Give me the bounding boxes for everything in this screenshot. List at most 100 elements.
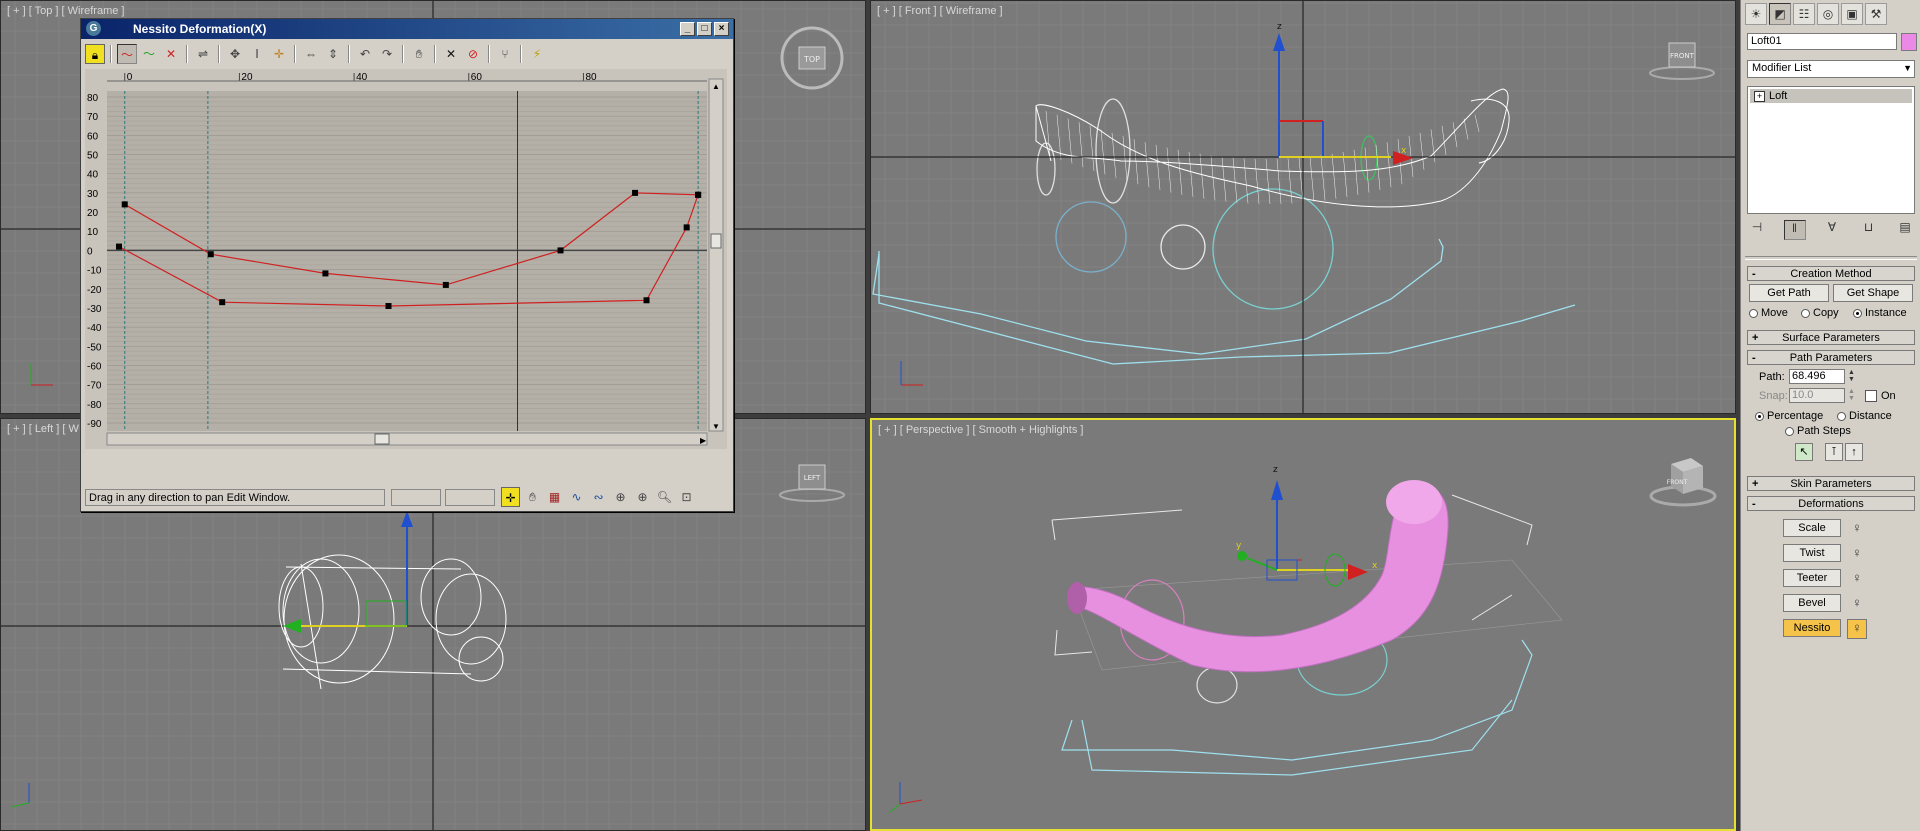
control-point[interactable] [116, 243, 122, 250]
insert-corner-point-icon[interactable]: ✛ [269, 44, 289, 64]
display-xy-axes-icon[interactable]: ✕ [161, 44, 181, 64]
zoom-horizontal-icon[interactable]: ⊕ [611, 487, 630, 507]
scale-deform-button[interactable]: Scale [1783, 519, 1841, 537]
control-point[interactable] [442, 281, 449, 288]
nessito-toggle-bulb-icon[interactable]: ♀ [1847, 619, 1867, 639]
viewport-front[interactable]: z x [ + ] [ Front ] [ Wireframe ] FRONT [870, 0, 1736, 414]
path-steps-radio[interactable]: Path Steps [1785, 425, 1851, 437]
snap-spinner-arrows[interactable]: ▲ ▼ [1847, 388, 1856, 403]
modifier-list-dropdown[interactable]: Modifier List ▼ [1747, 60, 1915, 78]
flip-vertical-icon[interactable]: ⇕ [323, 44, 343, 64]
control-point[interactable] [683, 224, 690, 231]
expand-icon[interactable]: + [1754, 90, 1765, 102]
graph-horizontal-scrollbar[interactable] [106, 432, 708, 446]
bevel-deform-button[interactable]: Bevel [1783, 594, 1841, 612]
next-shape-icon[interactable]: ↑ [1845, 443, 1863, 461]
previous-shape-icon[interactable]: ⊺ [1825, 443, 1843, 461]
display-x-axis-icon[interactable]: 〜 [117, 44, 137, 64]
make-unique-icon[interactable]: ∀ [1822, 220, 1842, 238]
configure-modifier-sets-icon[interactable]: ▤ [1895, 220, 1915, 238]
deformation-graph[interactable]: 80 70 60 50 40 30 20 10 0 -10 -20 -30 -40 -50 -60 -70 -8… [85, 69, 727, 449]
nessito-deform-button[interactable]: Nessito [1783, 619, 1841, 637]
viewcube-left[interactable]: LEFT [777, 459, 847, 505]
display-y-axis-icon[interactable]: 〜 [139, 44, 159, 64]
position-x-field[interactable] [391, 489, 441, 506]
viewcube-top[interactable]: TOP [779, 25, 845, 91]
viewcube-front[interactable]: FRONT [1647, 37, 1717, 83]
control-point[interactable] [322, 270, 329, 277]
zoom-vertical-icon[interactable]: ⊕ [633, 487, 652, 507]
undo-icon[interactable]: ↶ [355, 44, 375, 64]
control-point[interactable] [632, 189, 639, 196]
scale-control-point-icon[interactable]: Ⅰ [247, 44, 267, 64]
make-symmetrical-lock-icon[interactable]: 🔒︎ [85, 44, 105, 64]
snap-spinner-input[interactable]: 10.0 [1789, 388, 1845, 403]
vertical-scroll-thumb[interactable] [710, 233, 722, 249]
move-control-point-icon[interactable]: ✥ [225, 44, 245, 64]
reset-curve-icon[interactable]: ⊘ [463, 44, 483, 64]
get-path-button[interactable]: Get Path [1749, 284, 1829, 302]
path-spinner-input[interactable]: 68.496 [1789, 369, 1845, 384]
control-point[interactable] [121, 201, 128, 208]
control-point[interactable] [695, 191, 702, 198]
snap-lock-icon[interactable]: ✛ [501, 487, 520, 507]
snap-on-checkbox[interactable] [1865, 390, 1877, 402]
graph-vertical-scrollbar[interactable] [708, 78, 724, 432]
get-shape-button[interactable]: Get Shape [1833, 284, 1913, 302]
stack-item-loft[interactable]: + Loft [1750, 89, 1912, 103]
control-point[interactable] [219, 299, 226, 306]
horizontal-scroll-thumb[interactable] [374, 433, 390, 445]
viewport-left-label[interactable]: [ + ] [ Left ] [ W [7, 423, 79, 435]
magic-wand-icon[interactable]: ⚡︎ [527, 44, 547, 64]
control-point[interactable] [557, 247, 564, 254]
dialog-titlebar[interactable]: G Nessito Deformation(X) _ □ × [81, 19, 733, 39]
zoom-icon[interactable]: 🔍︎ [655, 487, 674, 507]
control-point[interactable] [385, 303, 392, 310]
rollout-path-parameters[interactable]: - Path Parameters [1747, 350, 1915, 365]
delete-control-point-icon[interactable]: ✕ [441, 44, 461, 64]
object-name-input[interactable]: Loft01 [1747, 33, 1897, 50]
percentage-radio[interactable]: Percentage [1755, 410, 1823, 422]
viewport-perspective[interactable]: z x y [ + ] [ Perspective ] [ Smooth + H… [870, 418, 1736, 831]
control-point[interactable] [207, 251, 214, 258]
rollout-creation-method[interactable]: - Creation Method [1747, 266, 1915, 281]
display-tab-icon[interactable]: ▣ [1841, 3, 1863, 25]
distance-radio[interactable]: Distance [1837, 410, 1892, 422]
pick-shape-icon[interactable]: ↖ [1795, 443, 1813, 461]
object-color-swatch[interactable] [1901, 33, 1917, 51]
maximize-button[interactable]: □ [697, 22, 712, 36]
show-end-result-icon[interactable]: ‖ [1783, 220, 1806, 240]
rollout-skin-parameters[interactable]: + Skin Parameters [1747, 476, 1915, 491]
scale-toggle-bulb-icon[interactable]: ♀ [1849, 520, 1865, 536]
viewport-front-label[interactable]: [ + ] [ Front ] [ Wireframe ] [877, 5, 1003, 17]
teeter-deform-button[interactable]: Teeter [1783, 569, 1841, 587]
swap-curves-icon[interactable]: ⇌ [193, 44, 213, 64]
pin-stack-icon[interactable]: ⊣ [1747, 220, 1767, 238]
twist-toggle-bulb-icon[interactable]: ♀ [1849, 545, 1865, 561]
viewport-perspective-label[interactable]: [ + ] [ Perspective ] [ Smooth + Highlig… [878, 424, 1083, 436]
close-button[interactable]: × [714, 22, 729, 36]
move-radio[interactable]: Move [1749, 307, 1788, 319]
rollout-surface-parameters[interactable]: + Surface Parameters [1747, 330, 1915, 345]
flip-horizontal-icon[interactable]: ⇔ [301, 44, 321, 64]
motion-tab-icon[interactable]: ◎ [1817, 3, 1839, 25]
modify-tab-icon[interactable]: ◩ [1769, 3, 1791, 25]
bevel-toggle-bulb-icon[interactable]: ♀ [1849, 595, 1865, 611]
viewport-top-label[interactable]: [ + ] [ Top ] [ Wireframe ] [7, 5, 124, 17]
pan-icon[interactable]: ✋︎ [523, 487, 542, 507]
redo-icon[interactable]: ↷ [377, 44, 397, 64]
twist-deform-button[interactable]: Twist [1783, 544, 1841, 562]
fork-points-icon[interactable]: ⑂ [495, 44, 515, 64]
create-tab-icon[interactable]: ☀ [1745, 3, 1767, 25]
remove-modifier-icon[interactable]: ⊔ [1859, 220, 1879, 238]
zoom-horizontal-extents-icon[interactable]: ∿ [567, 487, 586, 507]
minimize-button[interactable]: _ [680, 22, 695, 36]
hierarchy-tab-icon[interactable]: ☷ [1793, 3, 1815, 25]
zoom-region-icon[interactable]: ⊡ [677, 487, 696, 507]
utilities-tab-icon[interactable]: ⚒ [1865, 3, 1887, 25]
copy-radio[interactable]: Copy [1801, 307, 1839, 319]
path-spinner-arrows[interactable]: ▲ ▼ [1847, 369, 1856, 384]
position-y-field[interactable] [445, 489, 495, 506]
instance-radio[interactable]: Instance [1853, 307, 1907, 319]
rollout-deformations[interactable]: - Deformations [1747, 496, 1915, 511]
